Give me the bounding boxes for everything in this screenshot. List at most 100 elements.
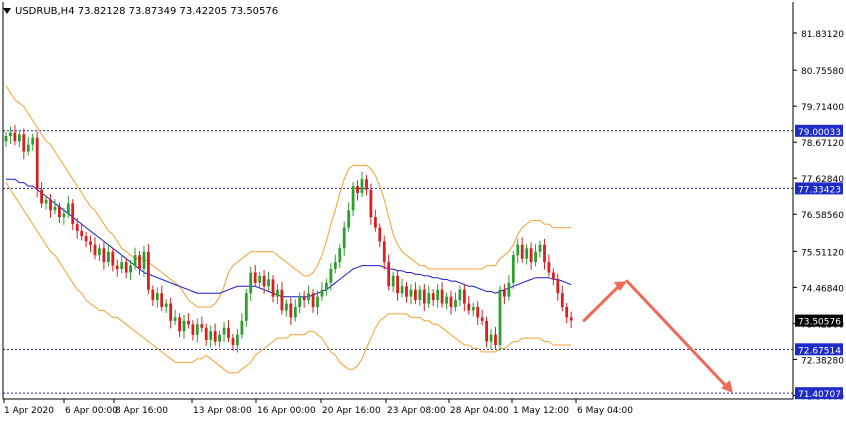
candle-body	[440, 289, 444, 304]
candle-body	[316, 296, 319, 308]
current-price-label: 73.50576	[798, 318, 841, 328]
candle-body	[298, 296, 302, 308]
level-price-label: 77.33423	[798, 185, 841, 195]
candle-body	[333, 262, 337, 269]
candle-body	[342, 227, 346, 249]
candle-body	[26, 144, 30, 152]
x-tick-label: 8 Apr 16:00	[115, 406, 168, 416]
candle-body	[400, 286, 404, 294]
y-tick-label: 80.75580	[801, 67, 844, 77]
candle-body	[320, 289, 324, 297]
candle-body	[480, 317, 484, 321]
candle-body	[503, 289, 506, 297]
candle-body	[409, 289, 413, 297]
candle-body	[160, 293, 164, 307]
x-tick-label: 23 Apr 08:00	[387, 406, 446, 416]
candle-body	[293, 307, 297, 318]
candle-body	[89, 241, 92, 245]
candle-body	[382, 241, 386, 263]
y-tick-label: 72.38280	[801, 356, 844, 366]
x-tick-label: 16 Apr 00:00	[257, 406, 316, 416]
candle-body	[520, 244, 524, 259]
candle-body	[35, 137, 39, 190]
level-price-label: 71.40707	[798, 390, 841, 400]
candle-body	[307, 293, 310, 301]
candle-body	[4, 136, 8, 142]
candle-body	[200, 324, 204, 328]
candle-body	[276, 289, 279, 297]
candle-body	[191, 324, 195, 335]
x-tick-label: 6 Apr 00:00	[65, 406, 118, 416]
candle-body	[40, 189, 43, 204]
x-tick-label: 20 Apr 16:00	[322, 406, 381, 416]
candle-body	[236, 334, 239, 346]
level-price-label: 79.00033	[798, 128, 841, 138]
candle-body	[151, 289, 155, 301]
candle-body	[258, 275, 262, 283]
candle-body	[164, 303, 168, 308]
candle-body	[347, 210, 351, 228]
candle-body	[111, 251, 115, 266]
y-tick-label: 75.51120	[801, 248, 844, 258]
candle-body	[525, 248, 529, 259]
candle-body	[418, 289, 422, 301]
y-tick-label: 81.83120	[801, 30, 844, 40]
candle-body	[396, 275, 399, 294]
candle-body	[414, 289, 417, 301]
candle-body	[374, 217, 377, 228]
candle-body	[66, 203, 70, 214]
candle-body	[44, 199, 48, 204]
candle-body	[338, 248, 342, 263]
candle-body	[204, 327, 208, 340]
candle-body	[80, 231, 84, 237]
candle-body	[169, 303, 173, 321]
chart-background	[0, 0, 846, 419]
candle-body	[173, 317, 177, 321]
candle-body	[182, 320, 186, 332]
y-tick-label: 79.71400	[801, 103, 844, 113]
candle-body	[529, 248, 533, 263]
candle-body	[476, 307, 480, 318]
candle-body	[485, 320, 488, 342]
candle-body	[142, 251, 146, 269]
candle-body	[565, 307, 569, 318]
candle-body	[516, 244, 520, 256]
candle-body	[356, 186, 359, 193]
candle-body	[222, 327, 226, 335]
level-price-label: 72.67514	[798, 346, 841, 356]
candle-body	[498, 289, 502, 345]
candle-body	[436, 289, 440, 301]
candle-body	[147, 251, 150, 290]
candle-body	[507, 282, 511, 297]
candle-body	[547, 262, 551, 273]
candle-body	[458, 289, 462, 301]
candle-body	[302, 296, 306, 301]
candle-body	[9, 132, 12, 136]
candle-body	[22, 134, 26, 152]
candle-body	[560, 293, 564, 307]
candle-body	[49, 199, 52, 211]
candle-body	[445, 296, 448, 304]
candle-body	[120, 262, 124, 269]
candle-body	[463, 289, 466, 304]
candle-body	[195, 324, 199, 335]
candle-body	[467, 303, 471, 311]
candle-body	[71, 203, 75, 225]
candle-body	[351, 186, 355, 211]
candle-body	[511, 255, 515, 283]
candle-body	[218, 334, 221, 342]
candle-body	[138, 255, 141, 269]
candle-body	[280, 289, 284, 311]
candle-body	[155, 293, 159, 301]
candle-body	[240, 320, 244, 335]
candle-body	[267, 279, 270, 287]
x-tick-label: 13 Apr 08:00	[193, 406, 252, 416]
chart-window[interactable]: 81.83120 80.75580 79.71400 78.67120 77.62840…	[0, 0, 846, 419]
y-tick-label: 78.67120	[801, 139, 844, 149]
candle-body	[31, 137, 35, 145]
candle-body	[249, 272, 253, 294]
candle-body	[369, 189, 373, 218]
candle-body	[405, 286, 408, 297]
candle-body	[391, 275, 395, 287]
y-tick-label: 76.58560	[801, 211, 844, 221]
